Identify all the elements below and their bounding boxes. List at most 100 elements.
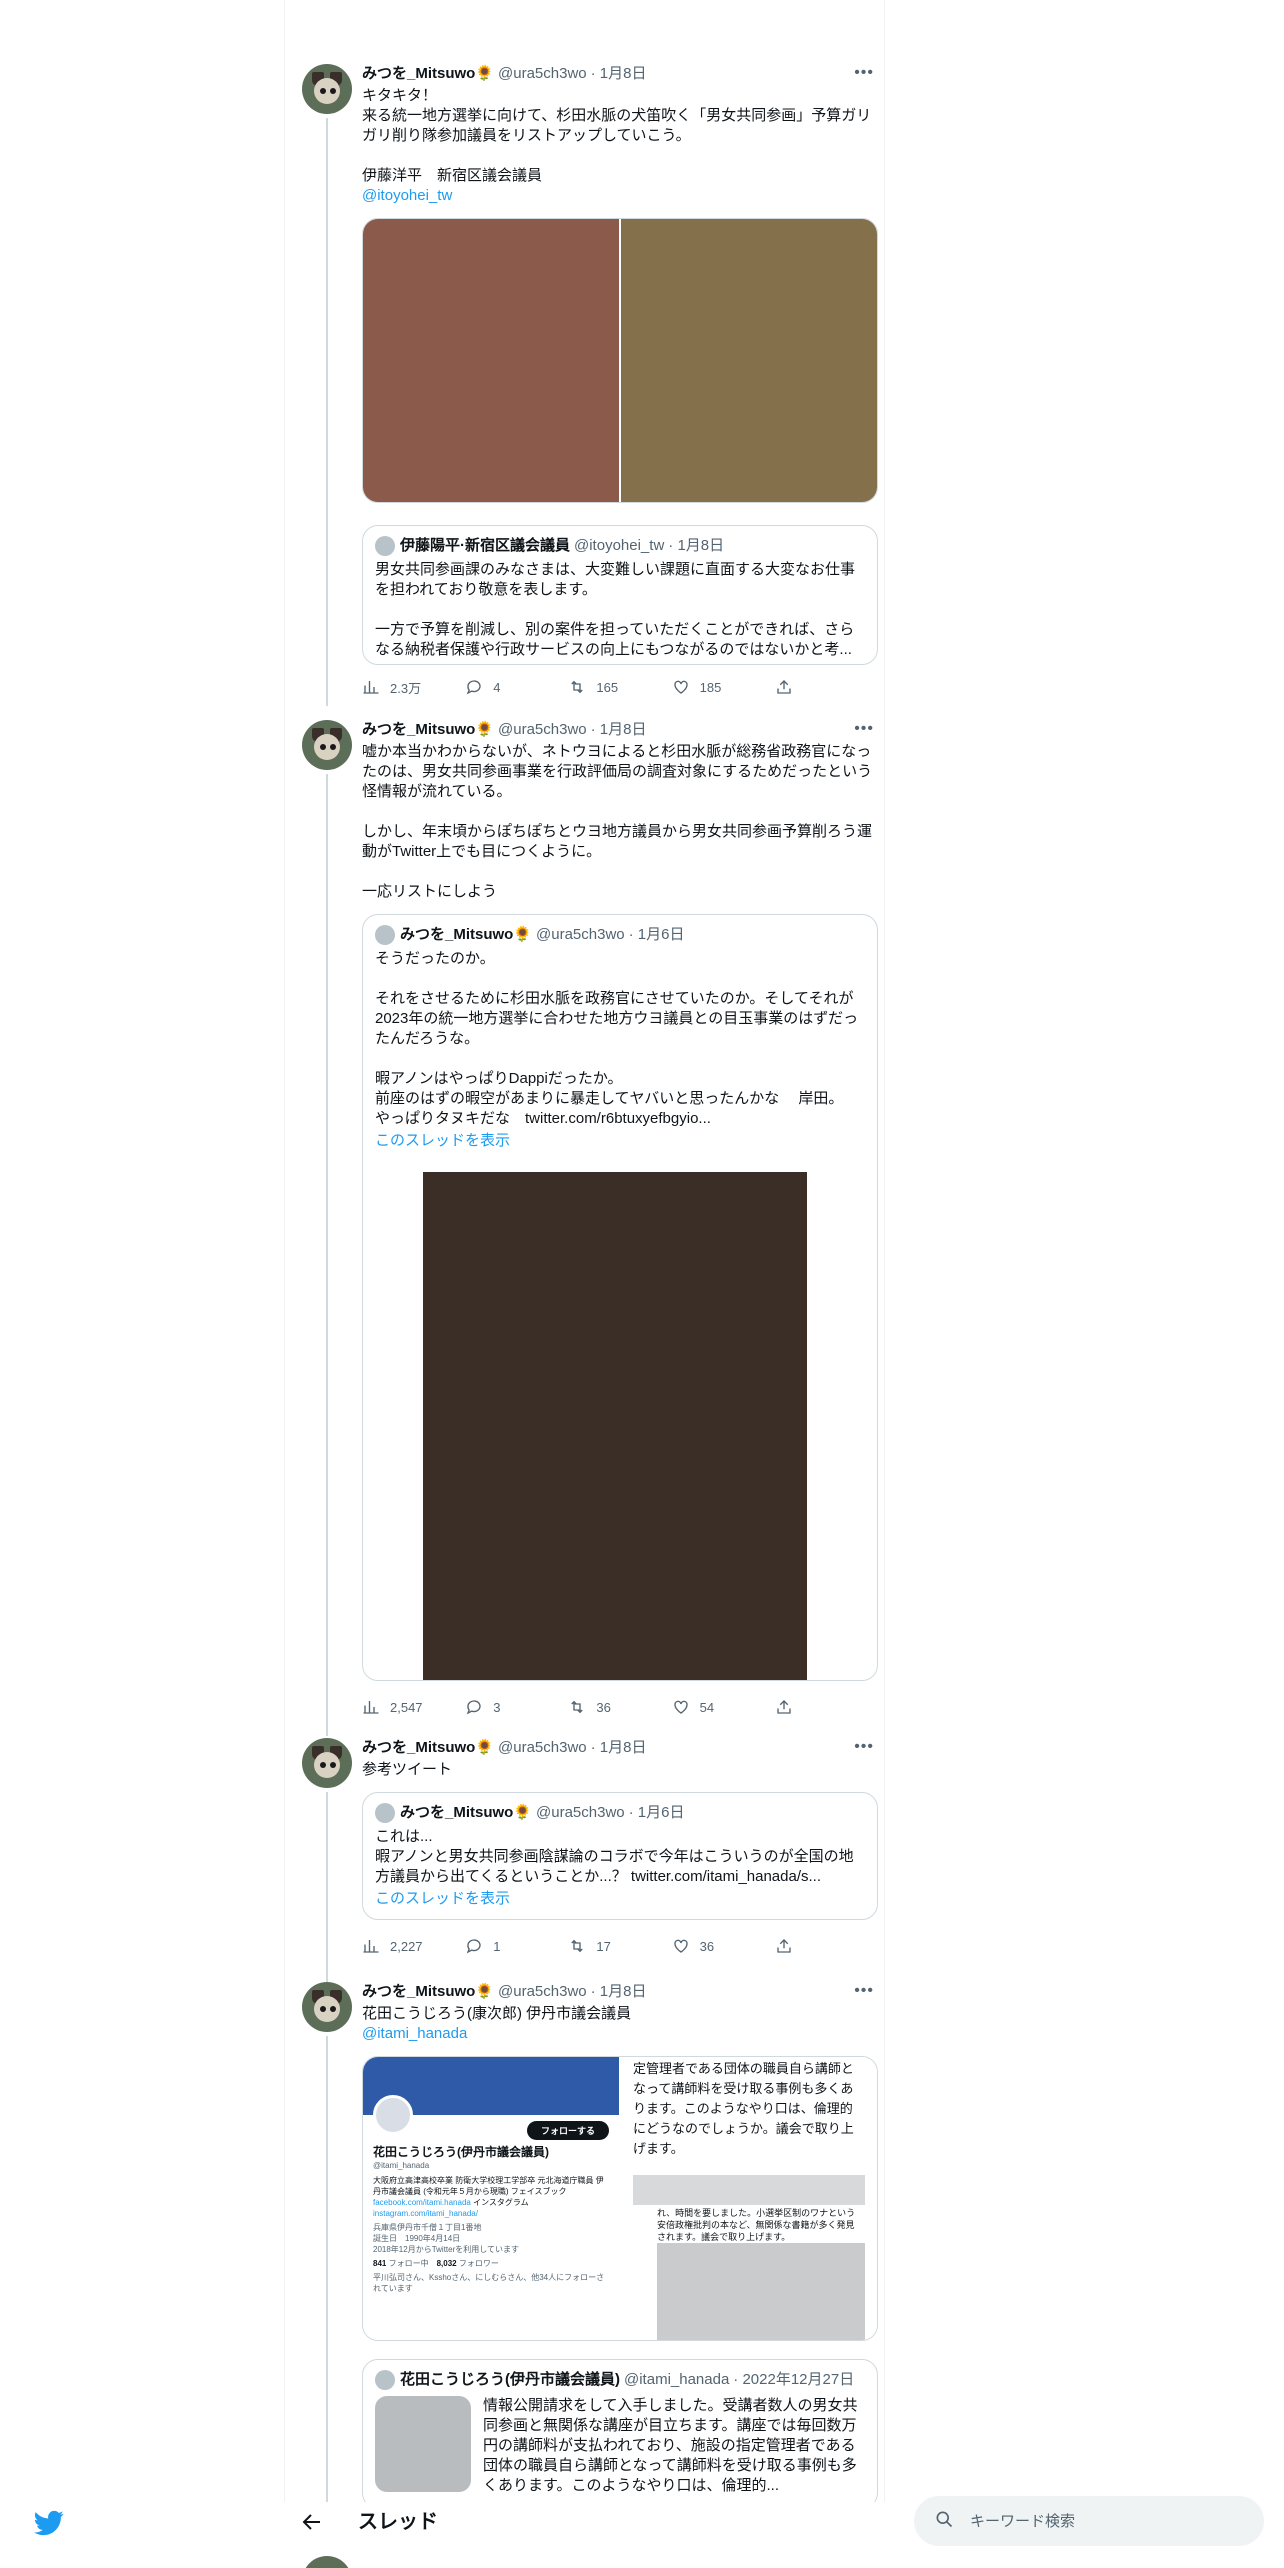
thread-line — [326, 1792, 328, 1982]
retweet-button[interactable]: 17 — [568, 1937, 671, 1955]
more-options-icon[interactable]: ••• — [854, 64, 874, 82]
avatar[interactable] — [302, 64, 352, 114]
retweet-button[interactable]: 165 — [568, 678, 671, 696]
like-button[interactable]: 36 — [672, 1937, 775, 1955]
share-button[interactable] — [775, 1937, 878, 1955]
quoted-timestamp: · 1月6日 — [628, 926, 685, 943]
tweet-header: みつを_Mitsuwo🌻 @ura5ch3wo · 1月8日 — [362, 720, 878, 740]
quoted-text: 男女共同参画課のみなさまは、大変難しい課題に直面する大変なお仕事を担われており敬… — [375, 561, 856, 656]
timestamp[interactable]: · 1月8日 — [591, 1738, 647, 1758]
more-options-icon[interactable]: ••• — [854, 1982, 874, 2000]
profile-avatar — [373, 2095, 413, 2135]
quoted-tweet[interactable]: 花田こうじろう(伊丹市議会議員) @itami_hanada · 2022年12… — [362, 2359, 878, 2509]
tweet[interactable]: みつを_Mitsuwo🌻 @ura5ch3wo · 1月8日 ••• キタキタ！… — [298, 64, 878, 706]
tweet[interactable]: みつを_Mitsuwo🌻 @ura5ch3wo · 1月8日 ••• 参考ツイー… — [298, 1738, 878, 1982]
search-icon — [934, 2509, 954, 2534]
tweet-header: みつを_Mitsuwo🌻 @ura5ch3wo · 1月8日 — [362, 64, 878, 84]
media-image[interactable] — [363, 219, 619, 502]
quoted-timestamp: · 2022年12月27日 — [733, 2371, 855, 2388]
document-photo — [633, 2175, 865, 2205]
show-thread-link[interactable]: このスレッドを表示 — [375, 1889, 865, 1909]
media-side-text: 定管理者である団体の職員自ら講師となって講師料を受け取る事例も多くあります。この… — [633, 2061, 854, 2156]
views-icon — [362, 678, 380, 696]
quoted-tweet[interactable]: 伊藤陽平·新宿区議会議員 @itoyohei_tw · 1月8日 男女共同参画課… — [362, 525, 878, 665]
thread-line — [326, 118, 328, 706]
handle[interactable]: @ura5ch3wo — [498, 720, 587, 740]
avatar[interactable] — [302, 720, 352, 770]
quoted-tweet[interactable]: みつを_Mitsuwo🌻 @ura5ch3wo · 1月6日 そうだったのか。 … — [362, 914, 878, 1681]
quoted-tweet[interactable]: みつを_Mitsuwo🌻 @ura5ch3wo · 1月6日 これは... 暇ア… — [362, 1792, 878, 1920]
tweet-media[interactable]: フォローする 花田こうじろう(伊丹市議会議員) @itami_hanada 大阪… — [362, 2056, 878, 2341]
media-image-profile[interactable]: フォローする 花田こうじろう(伊丹市議会議員) @itami_hanada 大阪… — [363, 2057, 619, 2340]
share-icon — [775, 1937, 793, 1955]
like-button[interactable]: 185 — [672, 678, 775, 696]
display-name[interactable]: みつを_Mitsuwo🌻 — [362, 720, 494, 740]
profile-handle: @itami_hanada — [373, 2161, 430, 2170]
share-button[interactable] — [775, 678, 878, 696]
heart-icon — [672, 1698, 690, 1716]
search-input[interactable] — [970, 2512, 1230, 2530]
share-icon — [775, 1698, 793, 1716]
profile-joined: 2018年12月からTwitterを利用しています — [373, 2245, 520, 2254]
profile-counts: 841 フォロー中 8,032 フォロワー — [373, 2259, 499, 2268]
twitter-bird-icon[interactable] — [34, 2508, 64, 2538]
tweet-text: 嘘か本当かわからないが、ネトウヨによると杉田水脈が総務省政務官になったのは、男女… — [362, 743, 873, 900]
avatar[interactable] — [302, 1738, 352, 1788]
handle[interactable]: @ura5ch3wo — [498, 64, 587, 84]
profile-bio: 大阪府立高津高校卒業 防衛大学校理工学部卒 元北海道庁職員 伊丹市議会議員 (令… — [373, 2176, 604, 2218]
handle[interactable]: @ura5ch3wo — [498, 1738, 587, 1758]
thread-line — [326, 774, 328, 1736]
media-image-text[interactable]: 定管理者である団体の職員自ら講師となって講師料を受け取る事例も多くあります。この… — [621, 2057, 877, 2340]
display-name[interactable]: みつを_Mitsuwo🌻 — [362, 1738, 494, 1758]
tweet-text: 参考ツイート — [362, 1761, 453, 1778]
views-button[interactable]: 2,547 — [362, 1698, 465, 1716]
reply-button[interactable]: 1 — [465, 1937, 568, 1955]
back-arrow-icon[interactable] — [300, 2510, 324, 2534]
mention-link[interactable]: @itoyohei_tw — [362, 186, 878, 206]
avatar[interactable] — [302, 1982, 352, 2032]
search-box[interactable] — [914, 2496, 1264, 2546]
more-options-icon[interactable]: ••• — [854, 1738, 874, 1756]
quoted-media-image[interactable] — [423, 1172, 807, 1680]
tweet-header: みつを_Mitsuwo🌻 @ura5ch3wo · 1月8日 — [362, 1738, 878, 1758]
tweet[interactable]: みつを_Mitsuwo🌻 @ura5ch3wo · 1月8日 ••• 嘘か本当か… — [298, 720, 878, 1736]
profile-followed-by: 平川弘司さん、Ksshoさん、にしむらさん、他34人にフォローされています — [373, 2273, 605, 2293]
timestamp[interactable]: · 1月8日 — [591, 720, 647, 740]
reply-button[interactable]: 4 — [465, 678, 568, 696]
quoted-text: そうだったのか。 それをさせるために杉田水脈を政務官にさせていたのか。そしてそれ… — [375, 950, 859, 1127]
quoted-display-name: 伊藤陽平·新宿区議会議員 — [400, 537, 570, 554]
profile-birthday: 誕生日 1990年4月14日 — [373, 2234, 461, 2243]
media-image[interactable] — [621, 219, 877, 502]
reply-icon — [465, 1698, 483, 1716]
timestamp[interactable]: · 1月8日 — [591, 1982, 647, 2002]
quoted-display-name: みつを_Mitsuwo🌻 — [400, 1804, 533, 1821]
more-options-icon[interactable]: ••• — [854, 720, 874, 738]
show-thread-link[interactable]: このスレッドを表示 — [375, 1131, 865, 1151]
reply-icon — [465, 678, 483, 696]
views-button[interactable]: 2,227 — [362, 1937, 465, 1955]
views-icon — [362, 1937, 380, 1955]
like-button[interactable]: 54 — [672, 1698, 775, 1716]
tweet-header: みつを_Mitsuwo🌻 @ura5ch3wo · 1月8日 — [362, 1982, 878, 2002]
quoted-text: これは... 暇アノンと男女共同参画陰謀論のコラボで今年はこういうのが全国の地方… — [375, 1828, 854, 1885]
left-column-border — [284, 0, 285, 2568]
display-name[interactable]: みつを_Mitsuwo🌻 — [362, 64, 494, 84]
quoted-handle: @itami_hanada — [624, 2371, 730, 2388]
quoted-handle: @ura5ch3wo — [536, 1804, 625, 1821]
tweet[interactable]: みつを_Mitsuwo🌻 @ura5ch3wo · 1月8日 ••• 花田こうじ… — [298, 1982, 878, 2516]
page-title: スレッド — [358, 2511, 438, 2533]
reply-button[interactable]: 3 — [465, 1698, 568, 1716]
tweet-media[interactable] — [362, 218, 878, 503]
retweet-button[interactable]: 36 — [568, 1698, 671, 1716]
views-button[interactable]: 2.3万 — [362, 678, 465, 697]
timestamp[interactable]: · 1月8日 — [591, 64, 647, 84]
display-name[interactable]: みつを_Mitsuwo🌻 — [362, 1982, 494, 2002]
share-button[interactable] — [775, 1698, 878, 1716]
handle[interactable]: @ura5ch3wo — [498, 1982, 587, 2002]
heart-icon — [672, 1937, 690, 1955]
mention-link[interactable]: @itami_hanada — [362, 2024, 878, 2044]
quoted-avatar — [375, 536, 395, 556]
right-column-border — [884, 0, 885, 2568]
views-icon — [362, 1698, 380, 1716]
retweet-icon — [568, 1937, 586, 1955]
